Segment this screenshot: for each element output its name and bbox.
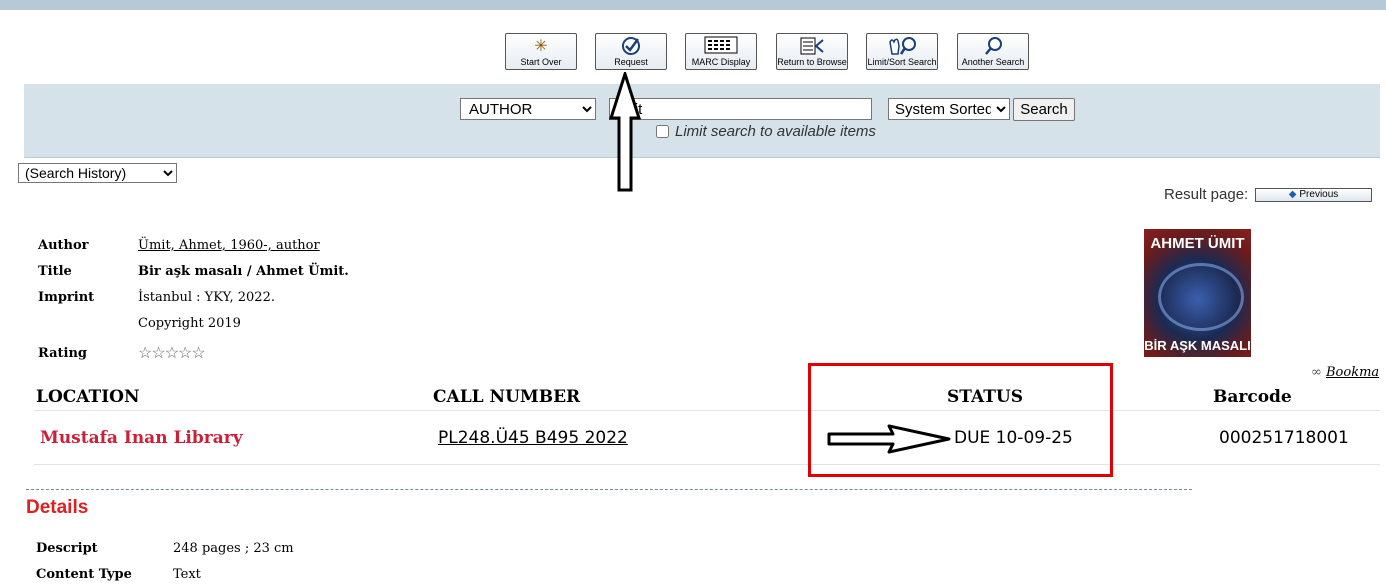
search-input[interactable] — [609, 98, 872, 120]
start-over-icon: ✳ — [534, 36, 548, 55]
author-label: Author — [38, 238, 89, 253]
barcode-header: Barcode — [1213, 387, 1292, 407]
link-icon: ∞ — [1311, 365, 1322, 380]
return-to-browse-button[interactable]: Return to Browse — [776, 33, 848, 70]
top-bar — [0, 0, 1386, 10]
annotation-arrow-right — [827, 424, 951, 454]
status-header: STATUS — [947, 387, 1024, 407]
location-value: Mustafa Inan Library — [40, 428, 243, 448]
call-number-header: CALL NUMBER — [433, 387, 581, 407]
imprint-label: Imprint — [38, 290, 95, 305]
rating-stars[interactable]: ☆☆☆☆☆ — [138, 343, 206, 362]
copyright-value: Copyright 2019 — [138, 316, 241, 331]
request-button[interactable]: Request — [595, 33, 667, 70]
title-value: Bir aşk masalı / Ahmet Ümit. — [138, 264, 349, 279]
status-value: DUE 10-09-25 — [954, 428, 1073, 448]
sort-select[interactable]: System Sorted — [888, 98, 1010, 120]
search-band: AUTHOR System Sorted Search Limit search… — [24, 84, 1380, 158]
barcode-value: 000251718001 — [1219, 428, 1349, 448]
limit-sort-search-button[interactable]: Limit/Sort Search — [866, 33, 938, 70]
previous-button[interactable]: ◆ Previous — [1255, 188, 1372, 202]
left-arrow-icon: ◆ — [1288, 189, 1297, 200]
start-over-button[interactable]: ✳ Start Over — [505, 33, 577, 70]
call-number-link[interactable]: PL248.Ü45 B495 2022 — [438, 428, 628, 448]
search-history-select[interactable]: (Search History) — [18, 163, 177, 183]
book-cover-image[interactable]: AHMET ÜMIT BİR AŞK MASALI — [1144, 229, 1251, 357]
another-search-button[interactable]: Another Search — [957, 33, 1029, 70]
annotation-arrow-up — [609, 72, 641, 192]
search-field-select[interactable]: AUTHOR — [460, 98, 596, 120]
author-link[interactable]: Ümit, Ahmet, 1960-, author — [138, 238, 320, 253]
search-button[interactable]: Search — [1013, 98, 1075, 121]
limit-available-option[interactable]: Limit search to available items — [656, 123, 876, 140]
section-divider — [26, 489, 1192, 490]
title-label: Title — [38, 264, 72, 279]
details-title: Details — [26, 497, 89, 518]
annotation-red-box — [808, 363, 1113, 477]
limit-available-checkbox[interactable] — [656, 125, 669, 138]
result-page-label: Result page: — [1164, 186, 1249, 203]
bookmark-link[interactable]: ∞ Bookma — [1311, 365, 1379, 380]
location-header: LOCATION — [36, 387, 140, 407]
rating-label: Rating — [38, 346, 88, 361]
imprint-value: İstanbul : YKY, 2022. — [138, 290, 275, 305]
marc-grid-icon — [686, 36, 756, 59]
marc-display-button[interactable]: MARC Display — [685, 33, 757, 70]
toolbar: ✳ Start Over Request MARC Display Return… — [0, 33, 1386, 73]
